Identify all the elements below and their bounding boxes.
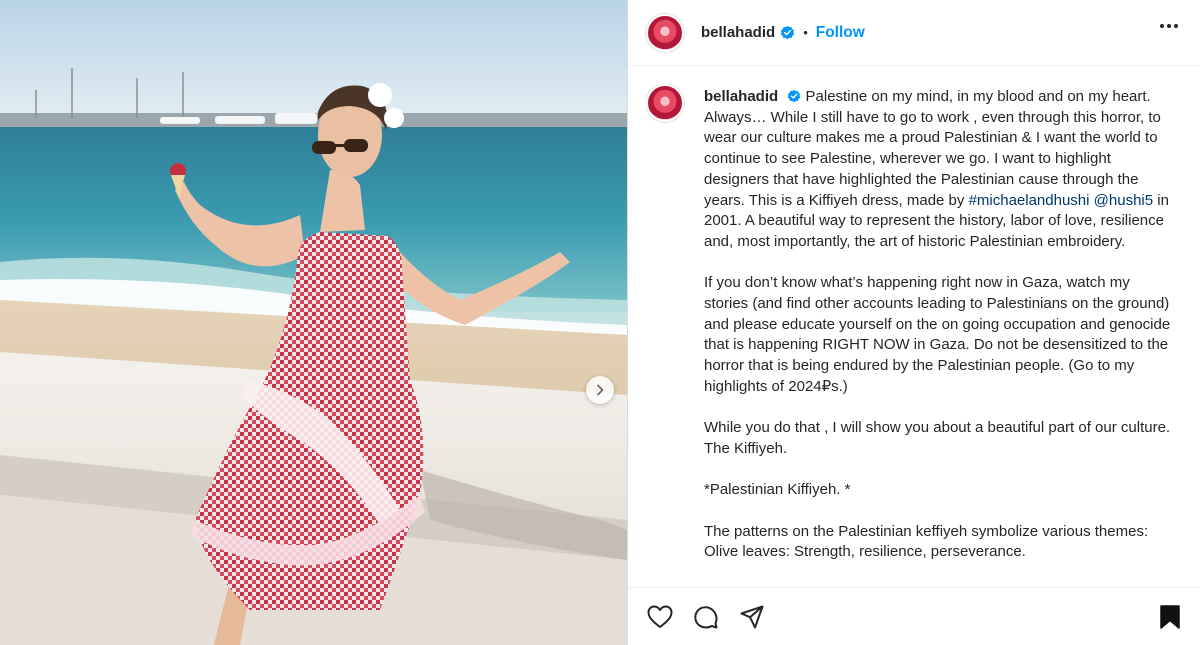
caption-avatar[interactable] <box>646 84 684 122</box>
verified-badge-icon <box>787 89 801 103</box>
more-options-icon[interactable] <box>1160 24 1178 28</box>
comment-button[interactable] <box>692 603 720 631</box>
carousel-next-button[interactable] <box>586 376 614 404</box>
post-header: bellahadid • Follow <box>628 0 1200 66</box>
mention-link[interactable]: @hushi5 <box>1094 192 1153 209</box>
username-link[interactable]: bellahadid <box>701 24 775 41</box>
caption-paragraph-3: While you do that , I will show you abou… <box>704 419 1171 457</box>
beach-photo-illustration <box>0 0 627 645</box>
caption-paragraph-2: If you don’t know what’s happening right… <box>704 274 1171 395</box>
share-icon <box>740 605 764 628</box>
post-actions-bar <box>628 587 1200 645</box>
chevron-right-icon <box>597 384 604 396</box>
share-button[interactable] <box>738 603 766 631</box>
like-button[interactable] <box>646 603 674 631</box>
caption-paragraph-5: The patterns on the Palestinian keffiyeh… <box>704 522 1149 561</box>
verified-badge-icon <box>780 25 795 40</box>
caption-lead: Palestine on my mind, in my blood and on… <box>704 88 1161 209</box>
post-side-panel: bellahadid • Follow bellahadid Palestine… <box>627 0 1200 645</box>
heart-icon <box>647 605 673 628</box>
avatar[interactable] <box>646 13 684 52</box>
caption-username[interactable]: bellahadid <box>704 88 778 105</box>
hashtag-link[interactable]: #michaelandhushi <box>969 192 1090 209</box>
save-button[interactable] <box>1158 604 1182 630</box>
post-photo[interactable] <box>0 0 627 645</box>
follow-button[interactable]: Follow <box>816 24 865 42</box>
caption-section: bellahadid Palestine on my mind, in my b… <box>646 84 1186 584</box>
separator-dot: • <box>803 25 808 40</box>
caption-text: bellahadid Palestine on my mind, in my b… <box>704 87 1176 563</box>
bookmark-icon <box>1160 605 1180 629</box>
caption-paragraph-4: *Palestinian Kiffiyeh. * <box>704 481 851 499</box>
comment-icon <box>694 605 718 628</box>
